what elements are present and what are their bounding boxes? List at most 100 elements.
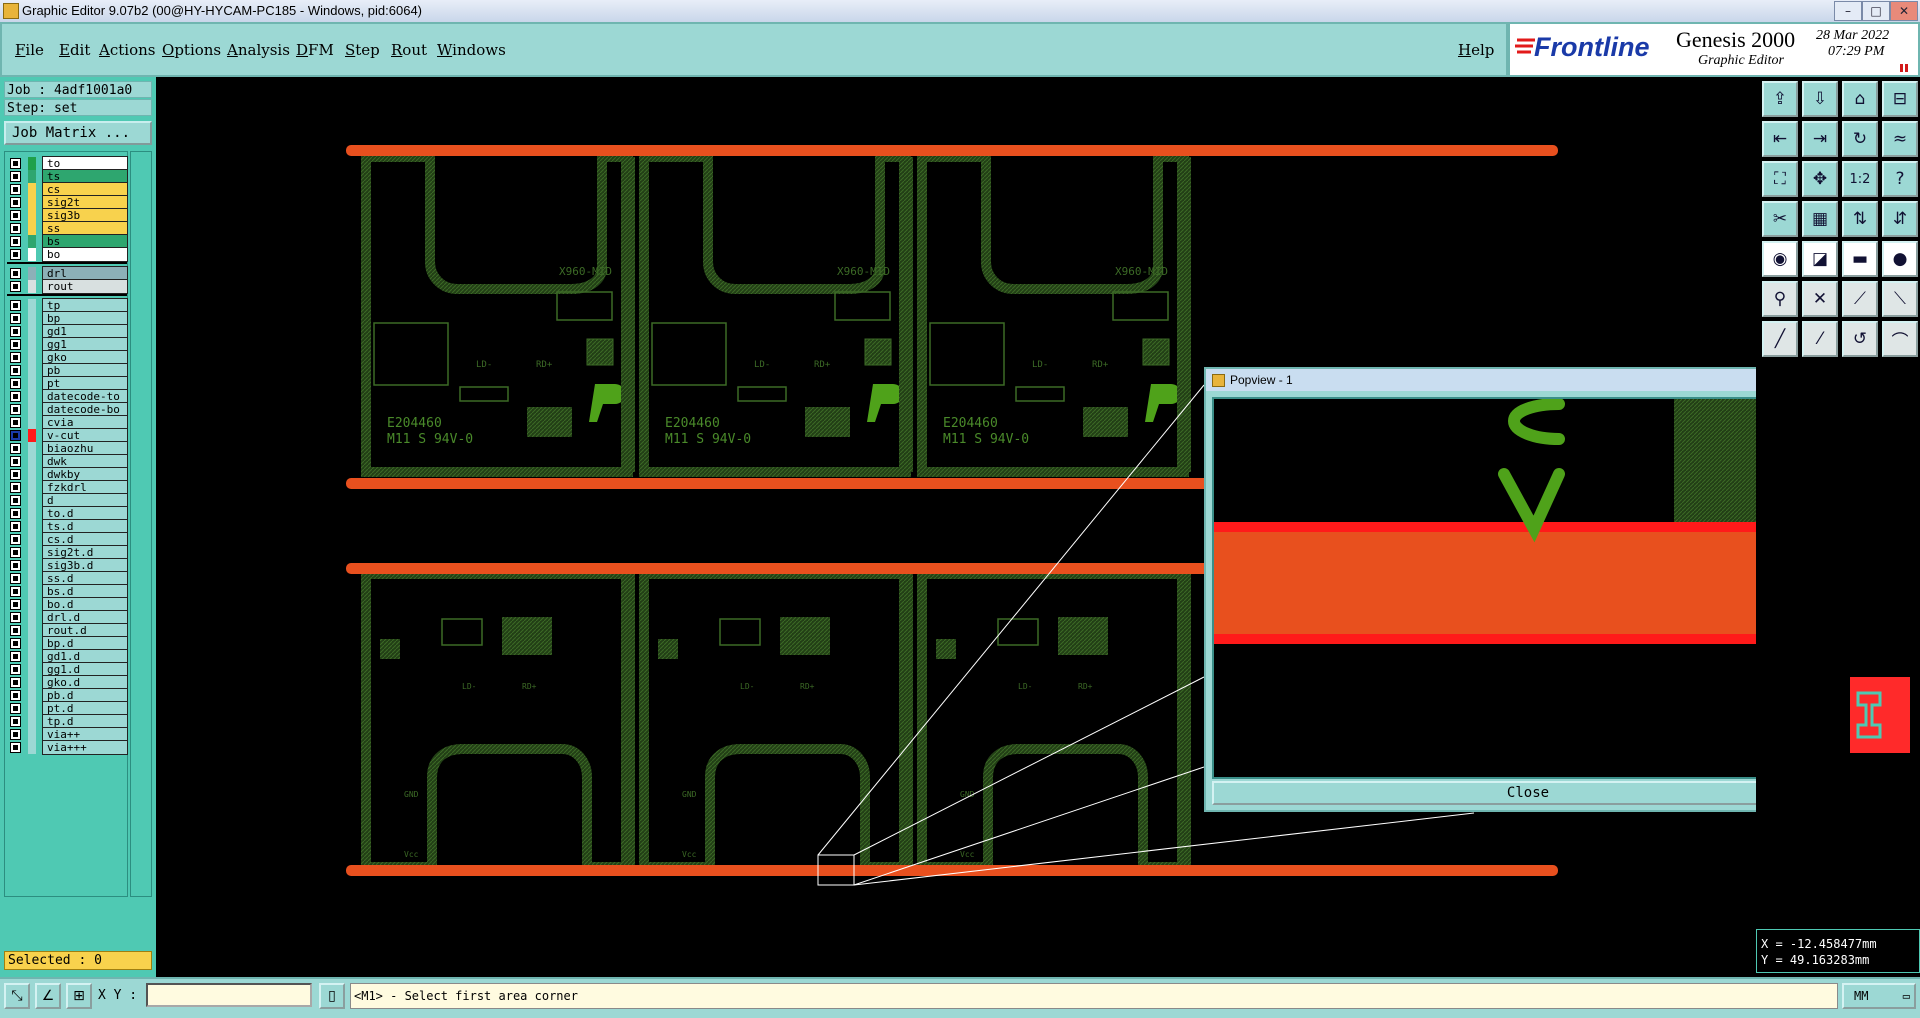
units-selector[interactable]: MM ▭ xyxy=(1842,983,1916,1009)
layer-name[interactable]: via+++ xyxy=(42,740,128,755)
menu-windows[interactable]: Windows xyxy=(437,41,506,59)
layer-select-checkbox[interactable] xyxy=(10,534,21,545)
layer-select-checkbox[interactable] xyxy=(10,638,21,649)
layer-select-checkbox[interactable] xyxy=(10,456,21,467)
layer-select-checkbox[interactable] xyxy=(10,158,21,169)
layer-select-checkbox[interactable] xyxy=(10,690,21,701)
redraw-icon[interactable]: ↻ xyxy=(1842,121,1878,157)
layer-select-checkbox[interactable] xyxy=(10,417,21,428)
curve-icon[interactable]: ↺ xyxy=(1842,321,1878,357)
menu-help[interactable]: Help xyxy=(1458,41,1494,59)
route-icon[interactable]: ⟍ xyxy=(1882,281,1918,317)
layer-select-checkbox[interactable] xyxy=(10,677,21,688)
input-mode-icon[interactable]: ▯ xyxy=(319,983,345,1009)
pan-left-icon[interactable]: ⇤ xyxy=(1762,121,1798,157)
menu-file[interactable]: File xyxy=(15,41,44,59)
zoom-fit-icon[interactable]: ⛶ xyxy=(1762,161,1798,197)
close-window-button[interactable]: ✕ xyxy=(1890,1,1918,21)
layer-select-checkbox[interactable] xyxy=(10,197,21,208)
layer-select-checkbox[interactable] xyxy=(10,729,21,740)
job-matrix-button[interactable]: Job Matrix ... xyxy=(4,121,152,145)
layer-select-checkbox[interactable] xyxy=(10,430,21,441)
layer-select-checkbox[interactable] xyxy=(10,249,21,260)
node-icon[interactable]: ⚲ xyxy=(1762,281,1798,317)
angle-icon[interactable]: ∠ xyxy=(35,983,61,1009)
layer-select-checkbox[interactable] xyxy=(10,469,21,480)
ratio-icon[interactable]: 1:2 xyxy=(1842,161,1878,197)
layer-row[interactable]: bo xyxy=(7,247,128,262)
layer-select-checkbox[interactable] xyxy=(10,171,21,182)
grid-icon[interactable]: ▦ xyxy=(1802,201,1838,237)
snake-icon[interactable]: ≈ xyxy=(1882,121,1918,157)
maximize-button[interactable]: □ xyxy=(1862,1,1890,21)
layer-select-checkbox[interactable] xyxy=(10,365,21,376)
layer-select-checkbox[interactable] xyxy=(10,664,21,675)
connect-icon[interactable]: ⟋ xyxy=(1842,281,1878,317)
layer-row[interactable]: rout xyxy=(7,279,128,294)
menu-step[interactable]: Step xyxy=(345,41,380,59)
layer-select-checkbox[interactable] xyxy=(10,612,21,623)
layer-select-checkbox[interactable] xyxy=(10,443,21,454)
grid-snap-icon[interactable]: ⊞ xyxy=(66,983,92,1009)
cross-icon[interactable]: ✕ xyxy=(1802,281,1838,317)
open-icon[interactable]: ⇪ xyxy=(1762,81,1798,117)
step-repeat-preview[interactable] xyxy=(1850,677,1910,753)
menu-rout[interactable]: Rout xyxy=(391,41,427,59)
layer-row[interactable]: via+++ xyxy=(7,740,128,755)
layer-select-checkbox[interactable] xyxy=(10,300,21,311)
layer-name[interactable]: rout xyxy=(42,279,128,294)
layer-select-checkbox[interactable] xyxy=(10,223,21,234)
layer-select-checkbox[interactable] xyxy=(10,404,21,415)
draw-line-icon[interactable]: ╱ xyxy=(1762,321,1798,357)
save-icon[interactable]: ⇩ xyxy=(1802,81,1838,117)
split-view-icon[interactable]: ⊟ xyxy=(1882,81,1918,117)
layer-select-checkbox[interactable] xyxy=(10,352,21,363)
layer-color-marker[interactable] xyxy=(28,741,36,754)
layer-select-checkbox[interactable] xyxy=(10,281,21,292)
layer-select-checkbox[interactable] xyxy=(10,184,21,195)
ruler-icon[interactable]: ▬ xyxy=(1842,241,1878,277)
xy-input[interactable] xyxy=(146,983,312,1007)
camera-icon[interactable]: ◉ xyxy=(1762,241,1798,277)
layer-select-checkbox[interactable] xyxy=(10,716,21,727)
pause-icon[interactable] xyxy=(1900,64,1903,72)
layer-select-checkbox[interactable] xyxy=(10,339,21,350)
slash-icon[interactable]: ⁄ xyxy=(1802,321,1838,357)
layer-select-checkbox[interactable] xyxy=(10,651,21,662)
layer-select-checkbox[interactable] xyxy=(10,703,21,714)
layer-select-checkbox[interactable] xyxy=(10,625,21,636)
dot-icon[interactable]: ● xyxy=(1882,241,1918,277)
layer-select-checkbox[interactable] xyxy=(10,210,21,221)
popview-close-button[interactable]: Close xyxy=(1212,781,1844,805)
menu-options[interactable]: Options xyxy=(162,41,221,59)
layer-select-checkbox[interactable] xyxy=(10,482,21,493)
pan-right-icon[interactable]: ⇥ xyxy=(1802,121,1838,157)
home-icon[interactable]: ⌂ xyxy=(1842,81,1878,117)
snap-icon[interactable]: ⤡ xyxy=(4,983,30,1009)
layer-color-marker[interactable] xyxy=(28,248,36,261)
layer-up-icon[interactable]: ⇅ xyxy=(1842,201,1878,237)
measure-icon[interactable]: ✂ xyxy=(1762,201,1798,237)
help-icon[interactable]: ? xyxy=(1882,161,1918,197)
arc-icon[interactable]: ⌒ xyxy=(1882,321,1918,357)
layer-select-checkbox[interactable] xyxy=(10,586,21,597)
layer-select-checkbox[interactable] xyxy=(10,378,21,389)
layer-select-checkbox[interactable] xyxy=(10,268,21,279)
minimize-button[interactable]: – xyxy=(1834,1,1862,21)
layer-select-checkbox[interactable] xyxy=(10,742,21,753)
menu-actions[interactable]: Actions xyxy=(99,41,155,59)
menu-analysis[interactable]: Analysis xyxy=(227,41,290,59)
layer-select-checkbox[interactable] xyxy=(10,521,21,532)
layer-select-checkbox[interactable] xyxy=(10,326,21,337)
layer-name[interactable]: bo xyxy=(42,247,128,262)
menu-dfm[interactable]: DFM xyxy=(296,41,334,59)
layer-select-checkbox[interactable] xyxy=(10,236,21,247)
layer-select-checkbox[interactable] xyxy=(10,313,21,324)
layer-select-checkbox[interactable] xyxy=(10,573,21,584)
layer-down-icon[interactable]: ⇵ xyxy=(1882,201,1918,237)
layer-select-checkbox[interactable] xyxy=(10,547,21,558)
layer-select-checkbox[interactable] xyxy=(10,508,21,519)
layer-select-checkbox[interactable] xyxy=(10,599,21,610)
layer-select-checkbox[interactable] xyxy=(10,495,21,506)
layer-list-scrollbar[interactable] xyxy=(130,151,152,897)
